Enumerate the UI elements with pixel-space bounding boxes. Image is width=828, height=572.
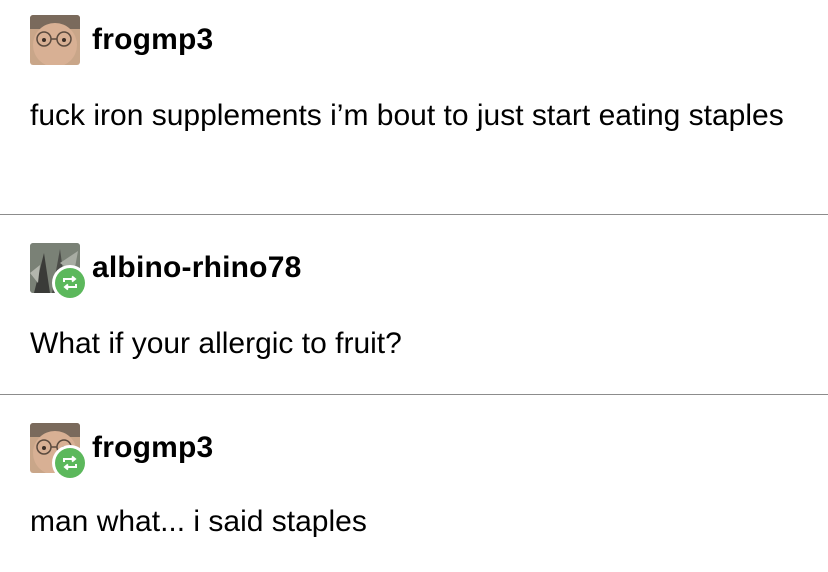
post-1: frogmp3 fuck iron supplements i’m bout t…: [0, 0, 828, 214]
post-text: fuck iron supplements i’m bout to just s…: [30, 99, 784, 132]
post-header: frogmp3: [30, 14, 213, 66]
username[interactable]: frogmp3: [92, 431, 213, 465]
reblog-badge: [52, 265, 88, 301]
post-text: man what... i said staples: [30, 505, 367, 538]
avatar[interactable]: [30, 423, 88, 481]
reblog-icon: [63, 455, 77, 471]
post-3: frogmp3 man what... i said staples: [0, 395, 828, 572]
avatar[interactable]: [30, 243, 88, 301]
reblog-icon: [63, 275, 77, 291]
post-header: frogmp3: [30, 422, 213, 481]
avatar[interactable]: [30, 15, 80, 65]
avatar-frogmp3-icon: [30, 15, 80, 65]
post-2: albino-rhino78 What if your allergic to …: [0, 215, 828, 394]
reblog-icon-bg: [55, 448, 85, 478]
username[interactable]: frogmp3: [92, 23, 213, 57]
reblog-icon-bg: [55, 268, 85, 298]
post-header: albino-rhino78: [30, 242, 301, 301]
reblog-badge: [52, 445, 88, 481]
post-text: What if your allergic to fruit?: [30, 327, 402, 360]
username[interactable]: albino-rhino78: [92, 251, 301, 285]
